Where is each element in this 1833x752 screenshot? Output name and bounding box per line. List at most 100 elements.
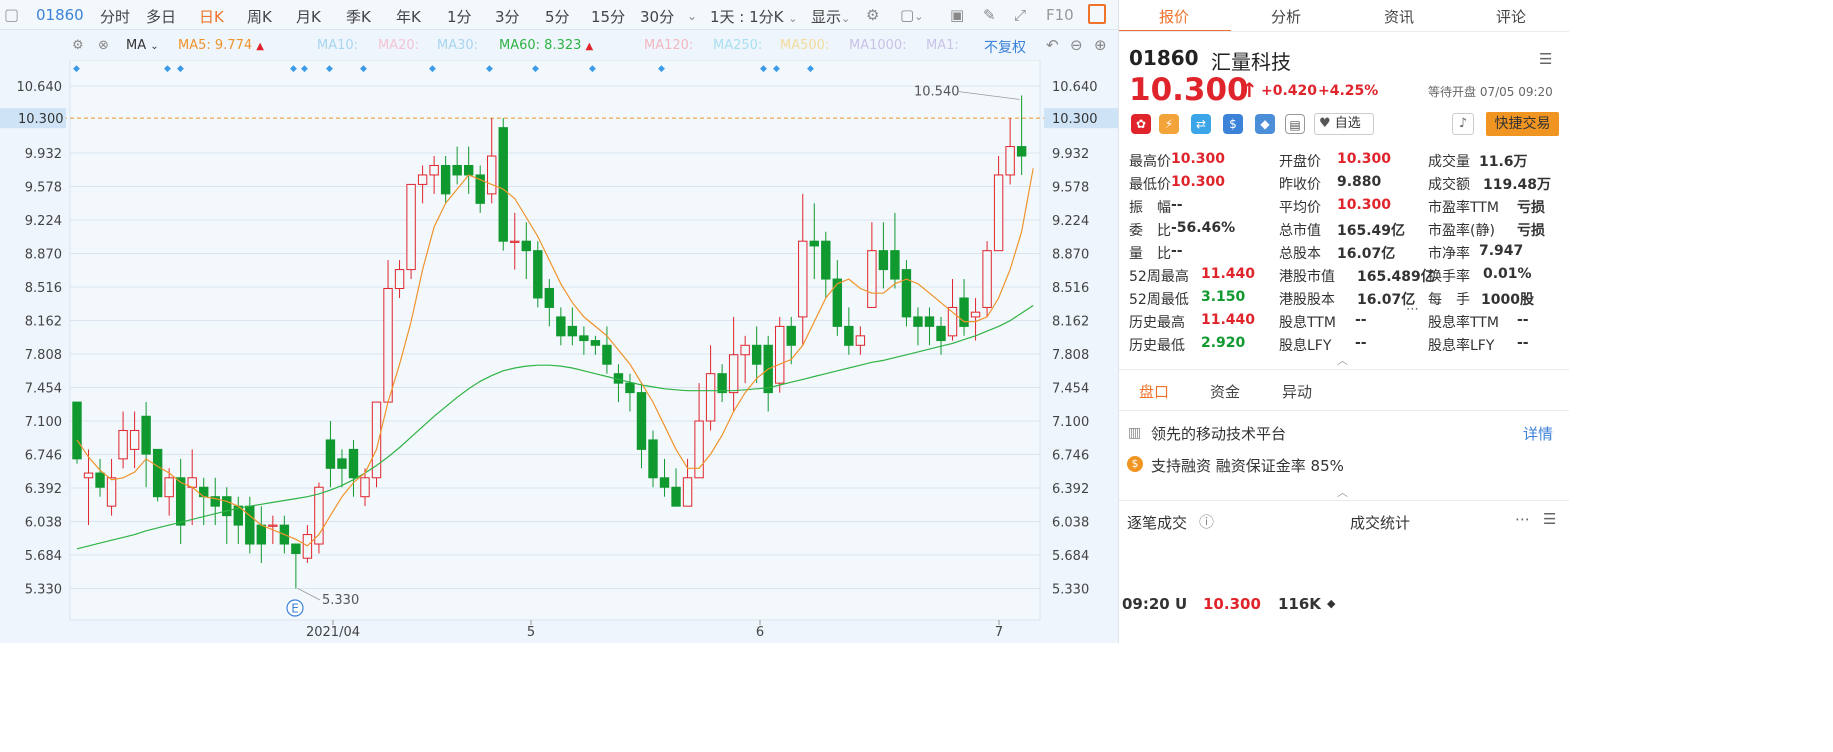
quick-trade-button[interactable]: 快捷交易: [1486, 112, 1559, 136]
collapse-icon[interactable]: ︿: [1337, 484, 1348, 500]
candle-body[interactable]: [602, 344, 612, 365]
settings-icon[interactable]: ⚙: [866, 6, 879, 24]
dollar-icon[interactable]: $: [1223, 114, 1243, 134]
kline-chart[interactable]: 10.640 10.640 9.932 9.932 9.578 9.578 9.224 9.2…: [0, 60, 1118, 643]
tab-timeshare[interactable]: 分时: [100, 6, 130, 27]
event-diamond-icon[interactable]: ◆: [773, 64, 780, 74]
list-icon[interactable]: ☰: [1543, 510, 1556, 528]
event-diamond-icon[interactable]: ◆: [760, 64, 767, 74]
event-diamond-icon[interactable]: ◆: [290, 64, 297, 74]
candle-body[interactable]: [694, 420, 704, 479]
candle-body[interactable]: [855, 335, 866, 346]
candle-body[interactable]: [844, 325, 854, 346]
candle-body[interactable]: [291, 543, 301, 554]
chevron-down-icon[interactable]: ⌄: [687, 9, 697, 23]
tab-30min[interactable]: 30分: [640, 6, 674, 27]
candle-body[interactable]: [636, 392, 647, 450]
tab-5min[interactable]: 5分: [545, 6, 570, 27]
tab-15min[interactable]: 15分: [591, 6, 625, 27]
candle-body[interactable]: [890, 250, 900, 280]
candle-body[interactable]: [1005, 146, 1015, 176]
candle-body[interactable]: [705, 373, 716, 422]
candle-body[interactable]: [821, 240, 831, 280]
close-icon[interactable]: ⊗: [98, 38, 109, 53]
tab-yearly-k[interactable]: 年K: [396, 6, 421, 27]
candle-body[interactable]: [521, 240, 531, 252]
candle-body[interactable]: [325, 439, 336, 469]
candle-body[interactable]: [728, 354, 739, 394]
candle-body[interactable]: [245, 505, 255, 545]
display-menu[interactable]: 显示⌄: [811, 6, 850, 27]
tick-trades-title[interactable]: 逐笔成交: [1127, 512, 1187, 533]
detail-link[interactable]: 详情: [1523, 423, 1553, 444]
candle-body[interactable]: [901, 269, 912, 318]
candle-body[interactable]: [95, 472, 105, 488]
candle-body[interactable]: [337, 458, 347, 469]
candle-body[interactable]: [936, 325, 946, 342]
candle-body[interactable]: [648, 439, 658, 479]
candle-body[interactable]: [314, 486, 324, 545]
candle-body[interactable]: [129, 429, 140, 450]
undo-icon[interactable]: ↶: [1046, 36, 1059, 54]
candle-body[interactable]: [924, 316, 935, 327]
candle-body[interactable]: [544, 288, 555, 308]
candle-body[interactable]: [533, 250, 543, 299]
candle-body[interactable]: [567, 325, 578, 337]
tab-1min[interactable]: 1分: [447, 6, 472, 27]
candle-body[interactable]: [199, 486, 209, 498]
pen-icon[interactable]: ✎: [983, 6, 996, 24]
more-icon[interactable]: ⋯: [1515, 510, 1530, 528]
candle-body[interactable]: [798, 240, 808, 318]
candle-body[interactable]: [152, 448, 163, 498]
tab-quarterly-k[interactable]: 季K: [346, 6, 371, 27]
tab-weekly-k[interactable]: 周K: [247, 6, 272, 27]
event-diamond-icon[interactable]: ◆: [360, 64, 367, 74]
add-watchlist-button[interactable]: ♥ 自选: [1314, 113, 1374, 135]
candle-body[interactable]: [383, 288, 393, 403]
notes-icon[interactable]: ▤: [1285, 114, 1305, 134]
bell-icon[interactable]: ♪: [1452, 113, 1474, 135]
candle-body[interactable]: [717, 373, 727, 394]
event-diamond-icon[interactable]: ◆: [532, 64, 539, 74]
collapse-icon[interactable]: ︿: [1337, 352, 1348, 368]
candle-body[interactable]: [625, 382, 635, 394]
candle-body[interactable]: [832, 278, 843, 327]
candle-body[interactable]: [348, 448, 359, 479]
candle-body[interactable]: [463, 164, 474, 176]
lightning-icon[interactable]: ⚡: [1159, 114, 1179, 134]
candle-body[interactable]: [579, 335, 589, 342]
tab-quote[interactable]: 报价: [1159, 6, 1189, 27]
tab-3min[interactable]: 3分: [495, 6, 520, 27]
tab-analysis[interactable]: 分析: [1271, 6, 1301, 27]
menu-icon[interactable]: ☰: [1539, 50, 1552, 68]
event-diamond-icon[interactable]: ◆: [164, 64, 171, 74]
candle-body[interactable]: [371, 401, 382, 479]
candle-body[interactable]: [1016, 146, 1027, 157]
sidebar-toggle-icon[interactable]: ▢: [4, 5, 19, 24]
candle-body[interactable]: [510, 240, 520, 243]
trade-stats-title[interactable]: 成交统计: [1350, 512, 1410, 533]
tab-orderbook[interactable]: 盘口: [1139, 381, 1169, 402]
hk-flag-icon[interactable]: ✿: [1131, 114, 1151, 134]
candle-body[interactable]: [222, 496, 232, 517]
candle-body[interactable]: [175, 477, 186, 526]
f10-button[interactable]: F10: [1046, 6, 1074, 24]
panel-toggle-icon[interactable]: [1088, 4, 1106, 24]
tab-monthly-k[interactable]: 月K: [296, 6, 321, 27]
candle-body[interactable]: [970, 311, 981, 318]
tab-news[interactable]: 资讯: [1384, 6, 1414, 27]
fullscreen-icon[interactable]: ⤢: [1014, 6, 1026, 24]
candle-body[interactable]: [671, 486, 681, 507]
candle-body[interactable]: [982, 250, 992, 308]
candle-body[interactable]: [83, 472, 94, 479]
more-icon[interactable]: ⋯: [1406, 302, 1419, 317]
candle-body[interactable]: [751, 344, 762, 365]
candle-body[interactable]: [429, 164, 439, 176]
gear-icon[interactable]: ⚙: [72, 38, 84, 53]
candle-body[interactable]: [268, 524, 278, 527]
event-diamond-icon[interactable]: ◆: [429, 64, 436, 74]
event-diamond-icon[interactable]: ◆: [326, 64, 333, 74]
candle-body[interactable]: [141, 415, 151, 455]
candle-body[interactable]: [487, 155, 497, 195]
event-diamond-icon[interactable]: ◆: [807, 64, 814, 74]
